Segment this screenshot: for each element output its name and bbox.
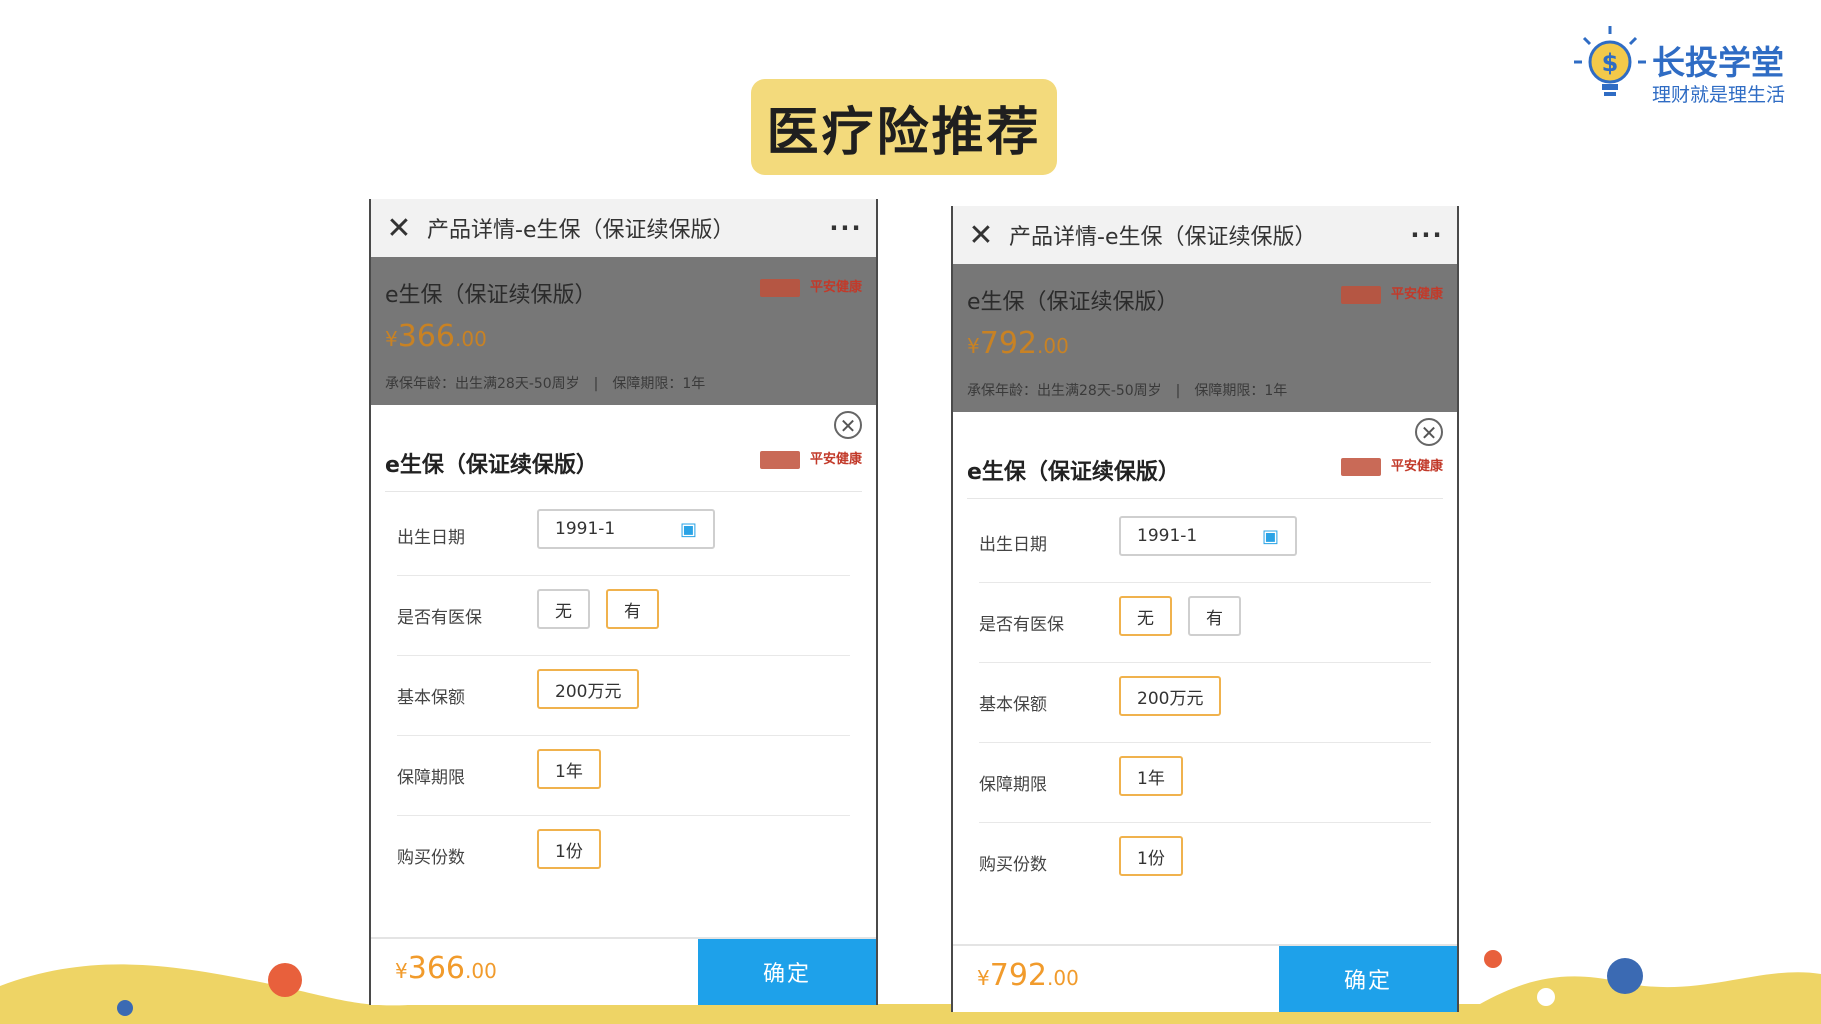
calendar-icon[interactable]: ▣ xyxy=(680,519,697,540)
more-icon[interactable]: ··· xyxy=(1397,221,1457,249)
insurer-name: 平安健康 xyxy=(1390,287,1443,302)
options-sheet: ✕ e生保（保证续保版） 平安健康 出生日期 1991-1 ▣ 是否有医保 无 有… xyxy=(371,405,876,1005)
product-header-dimmed: e生保（保证续保版） ¥792.00 承保年龄：出生满28天-50周岁 | 保障… xyxy=(953,264,1457,412)
brand-name: 长投学堂 xyxy=(1652,43,1784,82)
insurer-name: 平安健康 xyxy=(809,452,862,467)
birth-date-field[interactable]: 1991-1 ▣ xyxy=(537,509,715,549)
option-coverage[interactable]: 200万元 xyxy=(537,669,640,709)
row-label: 是否有医保 xyxy=(397,608,482,628)
row-quantity: 购买份数 1份 xyxy=(397,815,850,895)
insurer-logo-icon xyxy=(1340,458,1381,476)
divider xyxy=(385,491,862,492)
decor-dot-blue-small xyxy=(117,1000,133,1016)
decor-dot-orange-small xyxy=(1484,950,1502,968)
svg-text:$: $ xyxy=(1602,49,1619,77)
nav-title: 产品详情-e生保（保证续保版） xyxy=(1009,225,1317,250)
option-quantity[interactable]: 1份 xyxy=(1119,836,1183,876)
option-term[interactable]: 1年 xyxy=(537,749,601,789)
confirm-button[interactable]: 确定 xyxy=(1279,946,1457,1012)
phone-screenshot-2: ✕ 产品详情-e生保（保证续保版） ··· e生保（保证续保版） ¥792.00… xyxy=(951,206,1459,1012)
birth-date-field[interactable]: 1991-1 ▣ xyxy=(1119,516,1297,556)
row-label: 出生日期 xyxy=(979,535,1047,555)
phone-screenshot-1: ✕ 产品详情-e生保（保证续保版） ··· e生保（保证续保版） ¥366.00… xyxy=(369,199,878,1005)
close-icon[interactable]: ✕ xyxy=(953,218,1009,253)
row-medical-insurance: 是否有医保 无 有 xyxy=(979,582,1431,663)
row-coverage-amount: 基本保额 200万元 xyxy=(397,655,850,736)
more-icon[interactable]: ··· xyxy=(816,214,876,242)
option-quantity[interactable]: 1份 xyxy=(537,829,601,869)
option-no[interactable]: 无 xyxy=(537,589,590,629)
slide-title: 医疗险推荐 xyxy=(751,79,1057,175)
row-label: 基本保额 xyxy=(397,688,465,708)
row-label: 出生日期 xyxy=(397,528,465,548)
row-birth-date: 出生日期 1991-1 ▣ xyxy=(397,495,850,576)
product-price: ¥366.00 xyxy=(385,319,487,354)
insurer-logos: 平安健康 xyxy=(759,451,862,469)
insurer-logo-icon xyxy=(1340,286,1381,304)
insurer-logo-icon xyxy=(759,451,800,469)
decor-dot-blue-large xyxy=(1607,958,1643,994)
sheet-close-icon[interactable]: ✕ xyxy=(834,411,862,439)
row-medical-insurance: 是否有医保 无 有 xyxy=(397,575,850,656)
product-header-dimmed: e生保（保证续保版） ¥366.00 承保年龄：出生满28天-50周岁 | 保障… xyxy=(371,257,876,405)
row-label: 是否有医保 xyxy=(979,615,1064,635)
product-meta: 承保年龄：出生满28天-50周岁 | 保障期限：1年 xyxy=(967,383,1288,399)
calendar-icon[interactable]: ▣ xyxy=(1262,526,1279,547)
nav-bar: ✕ 产品详情-e生保（保证续保版） ··· xyxy=(953,206,1457,264)
total-price: ¥792.00 xyxy=(977,958,1079,993)
product-name: e生保（保证续保版） xyxy=(385,283,597,308)
option-coverage[interactable]: 200万元 xyxy=(1119,676,1222,716)
insurer-logos: 平安健康 xyxy=(1340,286,1443,304)
row-coverage-term: 保障期限 1年 xyxy=(397,735,850,816)
purchase-footer: ¥366.00 确定 xyxy=(371,937,876,1005)
row-label: 购买份数 xyxy=(397,848,465,868)
product-name: e生保（保证续保版） xyxy=(967,290,1179,315)
insurer-logo-icon xyxy=(759,279,800,297)
brand-logo: $ 长投学堂 理财就是理生活 xyxy=(1572,24,1792,106)
row-quantity: 购买份数 1份 xyxy=(979,822,1431,902)
row-coverage-term: 保障期限 1年 xyxy=(979,742,1431,823)
row-label: 保障期限 xyxy=(979,775,1047,795)
product-meta: 承保年龄：出生满28天-50周岁 | 保障期限：1年 xyxy=(385,376,706,392)
insurer-name: 平安健康 xyxy=(809,280,862,295)
insurer-logos: 平安健康 xyxy=(759,279,862,297)
sheet-title: e生保（保证续保版） xyxy=(385,453,598,478)
total-price: ¥366.00 xyxy=(395,951,497,986)
option-yes[interactable]: 有 xyxy=(1188,596,1241,636)
option-term[interactable]: 1年 xyxy=(1119,756,1183,796)
option-no[interactable]: 无 xyxy=(1119,596,1172,636)
sheet-title: e生保（保证续保版） xyxy=(967,460,1180,485)
sheet-close-icon[interactable]: ✕ xyxy=(1415,418,1443,446)
decor-dot-orange xyxy=(268,963,302,997)
options-sheet: ✕ e生保（保证续保版） 平安健康 出生日期 1991-1 ▣ 是否有医保 无 有… xyxy=(953,412,1457,1012)
insurer-logos: 平安健康 xyxy=(1340,458,1443,476)
purchase-footer: ¥792.00 确定 xyxy=(953,944,1457,1012)
divider xyxy=(967,498,1443,499)
nav-bar: ✕ 产品详情-e生保（保证续保版） ··· xyxy=(371,199,876,257)
row-label: 购买份数 xyxy=(979,855,1047,875)
row-label: 保障期限 xyxy=(397,768,465,788)
row-coverage-amount: 基本保额 200万元 xyxy=(979,662,1431,743)
option-yes[interactable]: 有 xyxy=(606,589,659,629)
product-price: ¥792.00 xyxy=(967,326,1069,361)
nav-title: 产品详情-e生保（保证续保版） xyxy=(427,218,735,243)
insurer-name: 平安健康 xyxy=(1390,459,1443,474)
row-label: 基本保额 xyxy=(979,695,1047,715)
lightbulb-icon: $ xyxy=(1574,26,1646,96)
brand-slogan: 理财就是理生活 xyxy=(1652,84,1786,106)
confirm-button[interactable]: 确定 xyxy=(698,939,876,1005)
close-icon[interactable]: ✕ xyxy=(371,211,427,246)
row-birth-date: 出生日期 1991-1 ▣ xyxy=(979,502,1431,583)
decor-dot-white-2 xyxy=(1537,988,1555,1006)
